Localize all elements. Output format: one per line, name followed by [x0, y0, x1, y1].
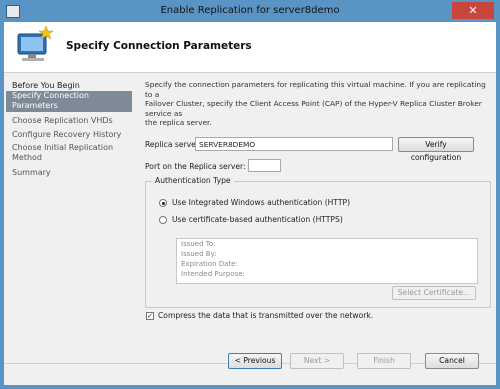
description-line: Failover Cluster, specify the Client Acc…	[145, 99, 482, 118]
sidebar-item-choose-initial-replication-method[interactable]: Choose Initial Replication Method	[12, 143, 113, 163]
port-input[interactable]	[248, 159, 281, 172]
select-certificate-button[interactable]: Select Certificate...	[392, 286, 476, 300]
wizard-content: Specify the connection parameters for re…	[142, 77, 492, 377]
compress-data-label[interactable]: Compress the data that is transmitted ov…	[158, 311, 373, 320]
sidebar-item-label: Method	[12, 153, 43, 162]
certificate-details-box: Issued To: Issued By: Expiration Date: I…	[176, 238, 478, 284]
next-button[interactable]: Next >	[290, 353, 344, 369]
radio-certificate-auth-label[interactable]: Use certificate-based authentication (HT…	[172, 215, 343, 224]
replica-server-label: Replica server:	[145, 140, 202, 149]
sidebar-item-choose-replication-vhds[interactable]: Choose Replication VHDs	[12, 116, 113, 126]
cert-expiration-label: Expiration Date:	[181, 260, 238, 268]
cert-issued-by-label: Issued By:	[181, 250, 217, 258]
wizard-header: Specify Connection Parameters	[4, 22, 496, 73]
description-line: the replica server.	[145, 118, 212, 128]
window-title: Enable Replication for server8demo	[160, 5, 340, 16]
radio-integrated-windows-auth-label[interactable]: Use Integrated Windows authentication (H…	[172, 198, 350, 207]
title-bar[interactable]: Enable Replication for server8demo ✕	[0, 0, 500, 22]
computer-with-star-icon	[17, 26, 54, 61]
radio-integrated-windows-auth[interactable]	[159, 199, 167, 207]
finish-button[interactable]: Finish	[357, 353, 411, 369]
replica-server-input[interactable]: SERVER8DEMO	[195, 137, 393, 151]
sidebar-item-label: Parameters	[12, 101, 58, 110]
sidebar-item-label: Specify Connection	[12, 91, 89, 100]
close-button[interactable]: ✕	[452, 2, 494, 19]
sidebar-item-configure-recovery-history[interactable]: Configure Recovery History	[12, 130, 121, 140]
sidebar-item-summary[interactable]: Summary	[12, 168, 51, 178]
port-label: Port on the Replica server:	[145, 162, 246, 171]
wizard-window: Enable Replication for server8demo ✕ Spe…	[0, 0, 500, 389]
compress-data-checkbox[interactable]: ✓	[146, 312, 154, 320]
sidebar-item-before-you-begin[interactable]: Before You Begin	[12, 81, 80, 91]
description-line: Specify the connection parameters for re…	[145, 80, 486, 99]
wizard-steps-sidebar: Before You Begin Specify Connection Para…	[4, 77, 138, 377]
authentication-type-group: Authentication Type Use Integrated Windo…	[145, 176, 491, 308]
page-description: Specify the connection parameters for re…	[145, 80, 487, 128]
verify-configuration-button[interactable]: Verify configuration	[398, 137, 474, 162]
page-heading: Specify Connection Parameters	[66, 40, 252, 52]
wizard-body: Specify Connection Parameters Before You…	[4, 22, 496, 385]
authentication-type-title: Authentication Type	[152, 176, 234, 185]
sidebar-item-specify-connection-parameters[interactable]: Specify Connection Parameters	[6, 91, 132, 112]
sidebar-item-label: Choose Initial Replication	[12, 143, 114, 152]
previous-button[interactable]: < Previous	[228, 353, 282, 369]
cert-purpose-label: Intended Purpose:	[181, 270, 245, 278]
cancel-button[interactable]: Cancel	[425, 353, 479, 369]
radio-certificate-auth[interactable]	[159, 216, 167, 224]
cert-issued-to-label: Issued To:	[181, 240, 216, 248]
